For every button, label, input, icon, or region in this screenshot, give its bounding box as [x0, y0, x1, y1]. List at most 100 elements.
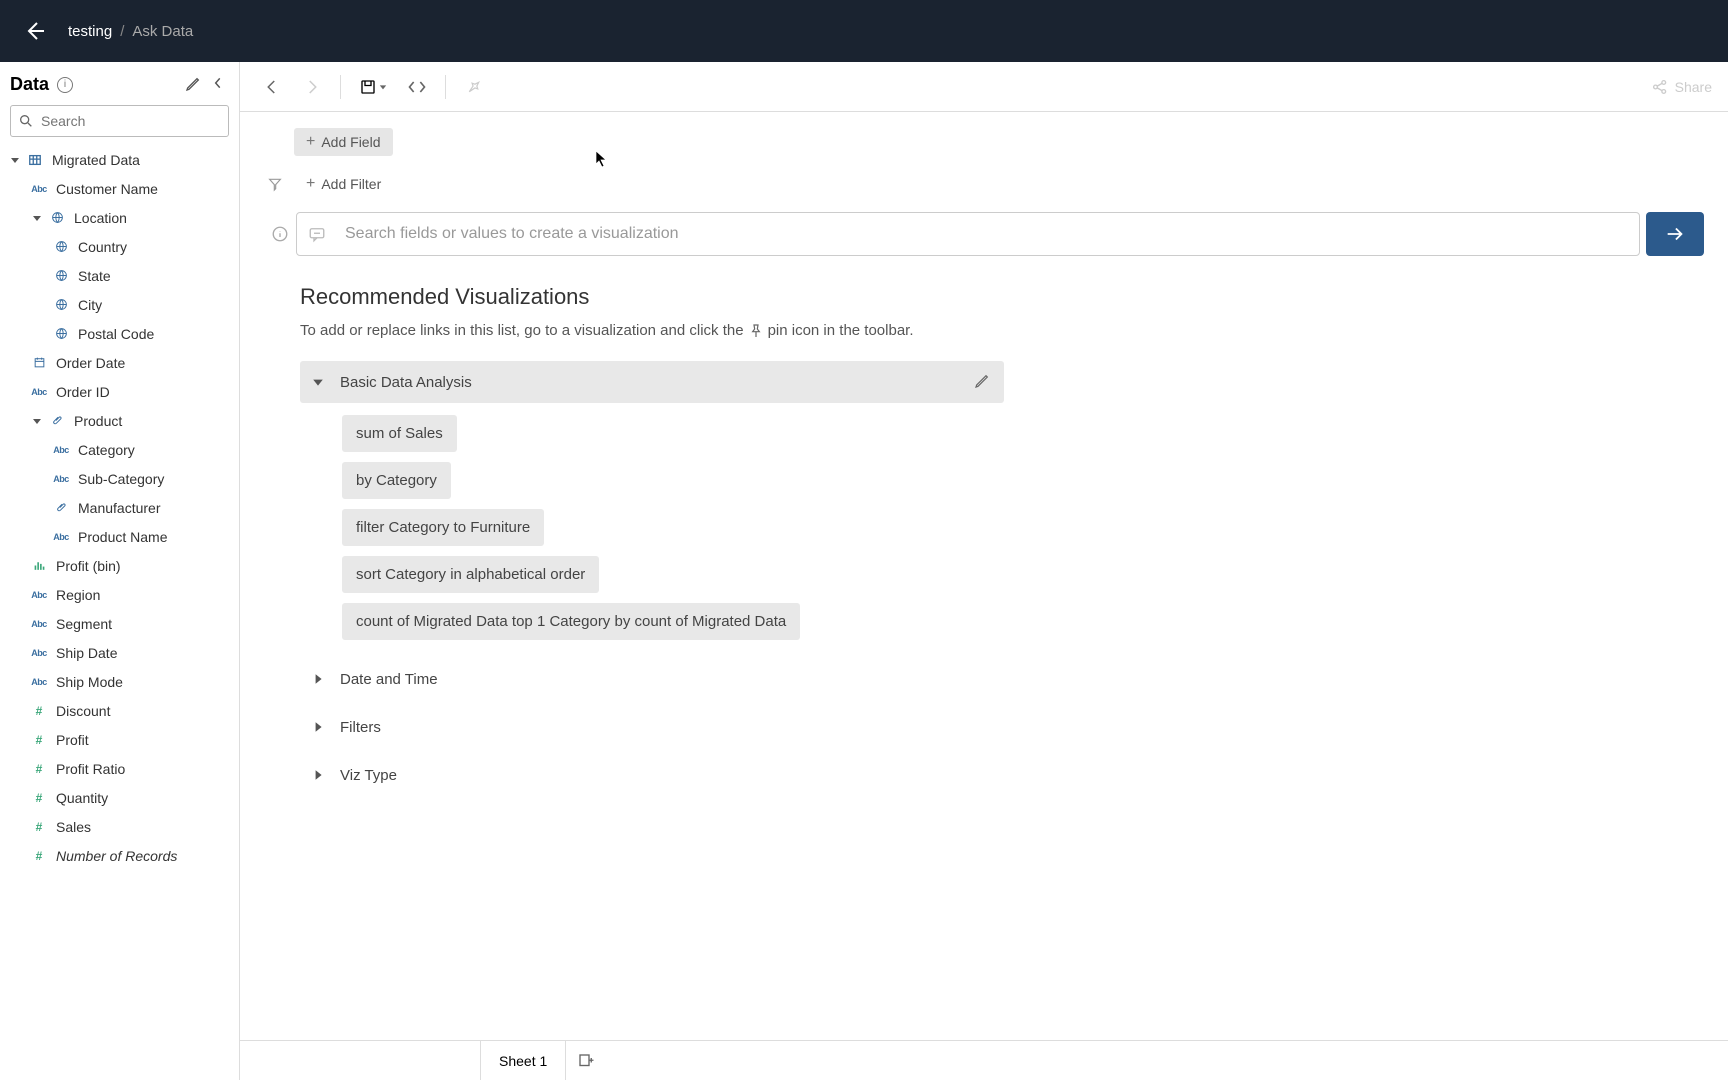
caret-down-icon: [30, 211, 44, 225]
field-item[interactable]: AbcCategory: [0, 435, 239, 464]
field-label: Profit: [56, 732, 89, 748]
sidebar-title: Data: [10, 74, 49, 95]
field-label: Region: [56, 587, 100, 603]
suggestion-chip[interactable]: filter Category to Furniture: [342, 509, 544, 546]
accordion-label: Date and Time: [340, 671, 992, 688]
edit-pencil-icon[interactable]: [974, 373, 992, 391]
field-label: State: [78, 268, 111, 284]
field-item[interactable]: # Number of Records: [0, 841, 239, 870]
nl-search-bar: [296, 212, 1640, 256]
edit-pencil-icon[interactable]: [185, 76, 203, 94]
accordion-header[interactable]: Filters: [300, 706, 1004, 748]
field-item[interactable]: Order Date: [0, 348, 239, 377]
datasource-node[interactable]: Migrated Data: [0, 145, 239, 174]
field-label: Discount: [56, 703, 110, 719]
globe-icon: [52, 298, 70, 312]
suggestion-chip[interactable]: by Category: [342, 462, 451, 499]
search-icon: [18, 113, 34, 129]
field-label: Order Date: [56, 355, 125, 371]
datasource-label: Migrated Data: [52, 152, 140, 168]
filter-icon: [264, 176, 286, 192]
text-type-icon: Abc: [30, 646, 48, 660]
redo-button: [296, 71, 328, 103]
info-icon[interactable]: [264, 212, 296, 256]
field-item[interactable]: #Profit Ratio: [0, 754, 239, 783]
histogram-icon: [30, 559, 48, 573]
field-item[interactable]: #Quantity: [0, 783, 239, 812]
field-item[interactable]: Country: [0, 232, 239, 261]
breadcrumb-root[interactable]: testing: [68, 23, 112, 40]
submit-button[interactable]: [1646, 212, 1704, 256]
field-item[interactable]: Abc Segment: [0, 609, 239, 638]
accordion-label: Filters: [340, 719, 992, 736]
table-icon: [26, 153, 44, 167]
info-icon[interactable]: i: [57, 77, 73, 93]
field-label: Manufacturer: [78, 500, 160, 516]
field-item[interactable]: City: [0, 290, 239, 319]
save-dropdown[interactable]: [353, 71, 393, 103]
breadcrumb: testing / Ask Data: [68, 23, 193, 40]
text-type-icon: Abc: [52, 530, 70, 544]
field-item[interactable]: Location: [0, 203, 239, 232]
text-type-icon: Abc: [30, 588, 48, 602]
text-type-icon: Abc: [52, 443, 70, 457]
field-item[interactable]: # Sales: [0, 812, 239, 841]
field-item[interactable]: Postal Code: [0, 319, 239, 348]
feedback-icon[interactable]: [297, 213, 337, 255]
number-type-icon: #: [30, 849, 48, 863]
sheet-tabs: Sheet 1: [240, 1040, 1728, 1080]
field-item[interactable]: AbcCustomer Name: [0, 174, 239, 203]
accordion-body: sum of Sales by Category filter Category t…: [300, 403, 1004, 652]
add-field-button[interactable]: + Add Field: [294, 128, 393, 156]
suggestion-chip[interactable]: sum of Sales: [342, 415, 457, 452]
clip-icon: [48, 414, 66, 428]
new-sheet-button[interactable]: [566, 1041, 606, 1080]
app-header: testing / Ask Data: [0, 0, 1728, 62]
collapse-sidebar-icon[interactable]: [211, 76, 229, 94]
field-label: Ship Date: [56, 645, 117, 661]
field-item[interactable]: AbcShip Mode: [0, 667, 239, 696]
add-filter-button[interactable]: + Add Filter: [294, 170, 393, 198]
sheet-tab[interactable]: Sheet 1: [481, 1041, 566, 1080]
field-search-input[interactable]: [10, 105, 229, 137]
field-label: Quantity: [56, 790, 108, 806]
nl-search-input[interactable]: [337, 213, 1639, 255]
field-label: Number of Records: [56, 848, 177, 864]
field-item[interactable]: State: [0, 261, 239, 290]
recommendations-subtitle: To add or replace links in this list, go…: [300, 322, 1004, 339]
field-item[interactable]: Product: [0, 406, 239, 435]
field-item[interactable]: AbcOrder ID: [0, 377, 239, 406]
pin-icon: [748, 323, 764, 339]
number-type-icon: #: [30, 820, 48, 834]
field-item[interactable]: AbcProduct Name: [0, 522, 239, 551]
undo-button[interactable]: [256, 71, 288, 103]
plus-icon: +: [306, 135, 315, 149]
globe-icon: [48, 211, 66, 225]
field-item[interactable]: #Profit: [0, 725, 239, 754]
field-label: Location: [74, 210, 127, 226]
accordion-header[interactable]: Basic Data Analysis: [300, 361, 1004, 403]
field-item[interactable]: Abc Ship Date: [0, 638, 239, 667]
field-label: Postal Code: [78, 326, 154, 342]
field-item[interactable]: Profit (bin): [0, 551, 239, 580]
field-label: Sub-Category: [78, 471, 164, 487]
field-label: Customer Name: [56, 181, 158, 197]
field-label: Segment: [56, 616, 112, 632]
suggestion-chip[interactable]: count of Migrated Data top 1 Category by…: [342, 603, 800, 640]
accordion-header[interactable]: Date and Time: [300, 658, 1004, 700]
caret-down-icon: [30, 414, 44, 428]
back-arrow-icon[interactable]: [22, 19, 46, 43]
viz-toolbar: Share: [240, 62, 1728, 112]
globe-icon: [52, 240, 70, 254]
field-label: Sales: [56, 819, 91, 835]
accordion-header[interactable]: Viz Type: [300, 754, 1004, 796]
field-item[interactable]: Manufacturer: [0, 493, 239, 522]
text-type-icon: Abc: [30, 617, 48, 631]
field-item[interactable]: Abc Region: [0, 580, 239, 609]
code-button[interactable]: [401, 71, 433, 103]
field-item[interactable]: AbcSub-Category: [0, 464, 239, 493]
number-type-icon: #: [30, 762, 48, 776]
suggestion-chip[interactable]: sort Category in alphabetical order: [342, 556, 599, 593]
field-item[interactable]: #Discount: [0, 696, 239, 725]
accordion-label: Viz Type: [340, 767, 992, 784]
